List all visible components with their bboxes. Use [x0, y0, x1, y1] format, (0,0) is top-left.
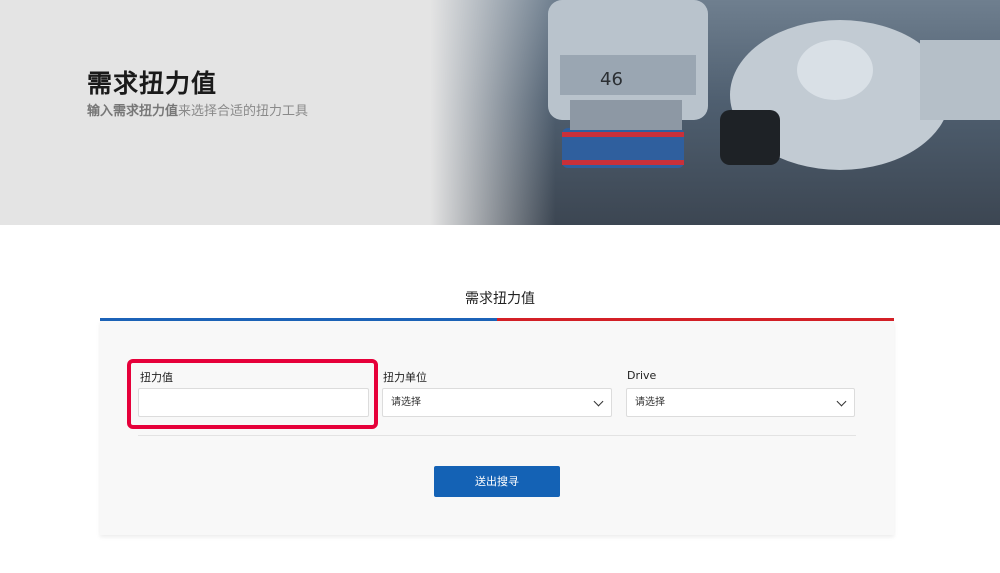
- form-section-title: 需求扭力值: [465, 291, 535, 307]
- hero-banner: 46 需求扭力值 输入需求扭力值来选择合适的扭力工具: [0, 0, 1000, 225]
- page-title: 需求扭力值: [87, 69, 218, 98]
- torque-value-highlight: [127, 359, 378, 429]
- torque-unit-selected: 请选择: [391, 397, 421, 408]
- subtitle-text: 来选择合适的扭力工具: [178, 104, 309, 119]
- torque-unit-label: 扭力单位: [383, 371, 427, 384]
- torque-unit-select[interactable]: 请选择: [382, 388, 612, 417]
- chevron-down-icon: [593, 396, 604, 407]
- drive-selected: 请选择: [635, 397, 665, 408]
- submit-search-button[interactable]: 送出搜寻: [434, 466, 560, 497]
- drive-label: Drive: [627, 369, 657, 382]
- chevron-down-icon: [836, 396, 847, 407]
- form-divider: [138, 435, 856, 436]
- subtitle-emphasis: 输入需求扭力值: [87, 104, 179, 119]
- page-subtitle: 输入需求扭力值来选择合适的扭力工具: [87, 100, 308, 119]
- drive-select[interactable]: 请选择: [626, 388, 855, 417]
- socket-marking: 46: [600, 69, 623, 90]
